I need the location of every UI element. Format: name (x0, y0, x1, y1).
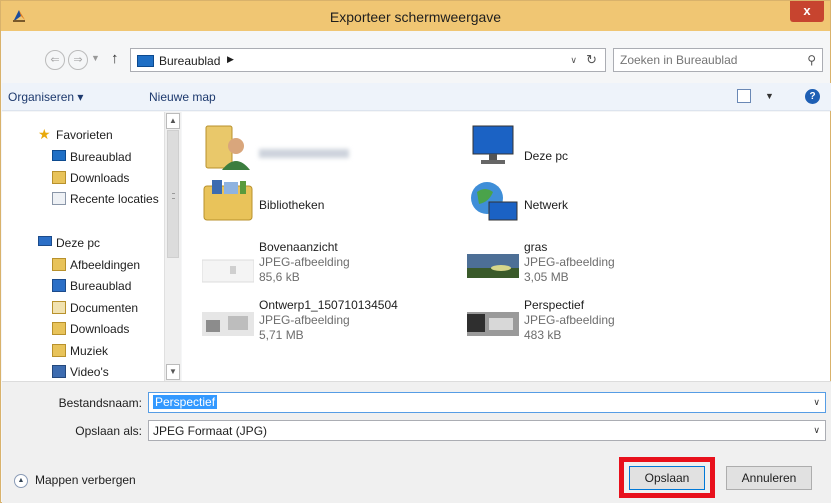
filename-dropdown-icon[interactable]: ∨ (813, 397, 820, 408)
save-button[interactable]: Opslaan (629, 466, 705, 490)
file-item-this-pc[interactable]: Deze pc (467, 122, 707, 178)
file-item-network[interactable]: Netwerk (467, 178, 707, 230)
navigation-pane: ★ Favorieten Bureaublad Downloads Recent… (2, 112, 181, 381)
image-thumbnail-icon (202, 259, 254, 283)
music-folder-icon (52, 344, 66, 357)
up-arrow-icon[interactable]: ↑ (111, 50, 119, 67)
cancel-button[interactable]: Annuleren (726, 466, 812, 490)
search-box[interactable]: ⚲ (613, 48, 823, 72)
breadcrumb-desktop[interactable]: Bureaublad (159, 54, 220, 68)
desktop-folder-icon (52, 279, 66, 292)
save-options-panel: Bestandsnaam: Perspectief ∨ Opslaan als:… (2, 381, 831, 503)
videos-folder-icon (52, 365, 66, 378)
scroll-thumb[interactable] (167, 130, 179, 258)
filetype-dropdown-icon[interactable]: ∨ (813, 425, 820, 436)
scroll-down-icon[interactable]: ▼ (166, 364, 180, 380)
filetype-label: Opslaan als: (75, 424, 142, 438)
save-dialog: Exporteer schermweergave x ⇐ ⇒ ▼ ↑ Burea… (0, 0, 831, 503)
close-button[interactable]: x (790, 1, 824, 22)
recent-places-icon (52, 192, 66, 205)
search-input[interactable] (620, 52, 790, 68)
navpane-scrollbar[interactable]: ▲ ▼ (164, 112, 181, 381)
filename-label: Bestandsnaam: (58, 396, 142, 410)
computer-icon (472, 125, 514, 164)
downloads-folder-icon (52, 171, 66, 184)
file-item-perspectief[interactable]: Perspectief JPEG-afbeelding 483 kB (467, 298, 707, 348)
new-folder-button[interactable]: Nieuwe map (149, 90, 216, 104)
downloads-folder-icon (52, 322, 66, 335)
documents-folder-icon (52, 301, 66, 314)
file-item-bovenaanzicht[interactable]: Bovenaanzicht JPEG-afbeelding 85,6 kB (202, 240, 442, 290)
organize-menu[interactable]: Organiseren ▾ (8, 90, 83, 104)
collapse-up-icon: ▲ (14, 474, 28, 488)
view-dropdown-icon[interactable]: ▼ (765, 91, 774, 101)
breadcrumb-arrow-icon[interactable]: ▶ (227, 54, 234, 65)
file-list: Deze pc Bibliotheken Netwerk Bovenaanzic… (182, 112, 830, 381)
address-bar[interactable]: Bureaublad ▶ ∨ ↻ (130, 48, 606, 72)
user-folder-icon (205, 125, 250, 170)
blurred-name (259, 149, 349, 158)
history-dropdown-icon[interactable]: ▼ (91, 53, 100, 63)
image-thumbnail-icon (467, 312, 519, 336)
filetype-select[interactable]: JPEG Formaat (JPG) ∨ (148, 420, 826, 441)
file-item-user-folder[interactable] (202, 120, 442, 176)
scroll-up-icon[interactable]: ▲ (166, 113, 180, 129)
filetype-value: JPEG Formaat (JPG) (153, 424, 268, 438)
libraries-folder-icon (203, 180, 253, 221)
view-options-icon[interactable] (737, 89, 751, 103)
grip-icon (172, 193, 175, 199)
command-toolbar: Organiseren ▾ Nieuwe map ▼ ? (2, 83, 831, 111)
image-thumbnail-icon (467, 254, 519, 278)
address-row: ⇐ ⇒ ▼ ↑ Bureaublad ▶ ∨ ↻ ⚲ (1, 48, 830, 74)
filename-value[interactable]: Perspectief (153, 395, 218, 409)
image-thumbnail-icon (202, 312, 254, 336)
title-bar: Exporteer schermweergave x (1, 1, 830, 31)
file-item-ontwerp1[interactable]: Ontwerp1_150710134504 JPEG-afbeelding 5,… (202, 298, 442, 348)
star-icon: ★ (38, 126, 51, 142)
pictures-folder-icon (52, 258, 66, 271)
refresh-icon[interactable]: ↻ (586, 52, 597, 68)
computer-icon (38, 236, 52, 246)
search-icon[interactable]: ⚲ (807, 53, 816, 67)
window-title: Exporteer schermweergave (329, 9, 502, 25)
address-dropdown-icon[interactable]: ∨ (570, 55, 577, 66)
desktop-folder-icon (137, 55, 154, 67)
back-arrow-icon: ⇐ (50, 54, 60, 66)
forward-button[interactable]: ⇒ (68, 50, 88, 70)
filename-input[interactable]: Perspectief ∨ (148, 392, 826, 413)
forward-arrow-icon: ⇒ (73, 54, 83, 66)
file-item-libraries[interactable]: Bibliotheken (202, 178, 442, 230)
back-button[interactable]: ⇐ (45, 50, 65, 70)
help-icon[interactable]: ? (805, 89, 820, 104)
network-icon (471, 182, 518, 221)
file-item-gras[interactable]: gras JPEG-afbeelding 3,05 MB (467, 240, 707, 290)
desktop-icon (52, 150, 66, 161)
